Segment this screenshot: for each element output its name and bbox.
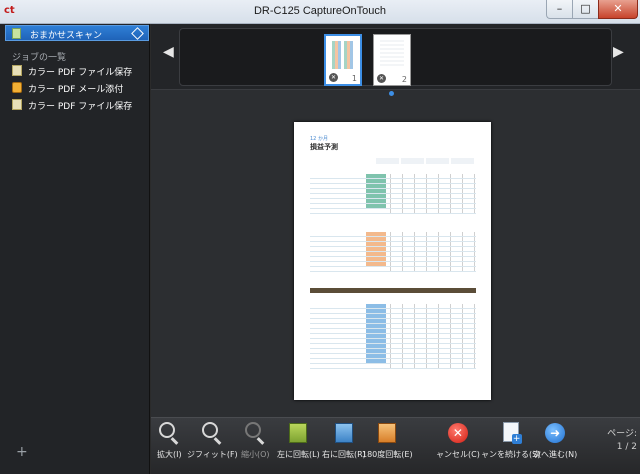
job-item-pdf-save-1[interactable]: カラー PDF ファイル保存 [12,64,148,78]
mail-attach-icon [12,82,22,93]
page-subtitle: 12 か月 [310,136,328,142]
diamond-settings-icon[interactable] [131,27,144,40]
scanned-page[interactable]: 12 か月 損益予測 [294,122,491,400]
scan-add-icon [502,422,522,444]
delete-page-icon[interactable]: ✕ [329,73,338,82]
thumbnail-strip: ◀ ✕ 1 ✕ 2 ▶ [151,24,640,90]
job-item-mail-attach[interactable]: カラー PDF メール添付 [12,81,148,95]
minimize-button[interactable]: – [546,0,572,19]
continue-scan-button[interactable]: ャンを続ける(S) [481,422,540,460]
cost-section [310,232,476,272]
column-header-row [376,158,476,164]
fit-page-icon [202,422,219,438]
page-title: 損益予測 [310,143,338,151]
jobs-header: ジョブの一覧 [12,53,67,63]
page-indicator: ページ: 1 / 2 [599,428,637,454]
rotate-left-icon [289,423,308,443]
fit-button[interactable]: ジフィット(F) [187,422,238,460]
rotate-left-button[interactable]: 左に回転(L) [277,422,320,460]
position-indicator [389,91,394,96]
zoom-out-button[interactable]: 縮小(O) [241,422,270,460]
thumbnail-page-2[interactable]: ✕ 2 [373,34,411,86]
main-area: ◀ ✕ 1 ✕ 2 ▶ 12 か月 損益予測 拡大(I) ジフィット(F) 縮小… [151,24,640,474]
page-preview [380,40,404,68]
bottom-toolbar: 拡大(I) ジフィット(F) 縮小(O) 左に回転(L) 右に回転(R) 180… [151,417,640,474]
add-job-button[interactable]: + [16,444,28,460]
rotate-180-icon [378,423,397,443]
income-section [310,174,476,214]
zoom-out-label: 縮小(O) [241,450,270,459]
document-icon [12,28,21,39]
fit-label: ジフィット(F) [187,450,238,459]
pdf-file-icon [12,99,22,110]
zoom-out-icon [245,422,262,438]
thumbnail-page-1[interactable]: ✕ 1 [324,34,362,86]
cancel-label: ャンセル(C) [436,450,480,459]
page-preview [332,41,356,69]
zoom-in-icon [159,422,176,438]
prev-page-arrow-icon[interactable]: ◀ [163,44,174,60]
thumbnail-number: 1 [351,74,357,83]
quick-scan-label: おまかせスキャン [30,31,103,41]
gross-profit-band [310,288,476,293]
delete-page-icon[interactable]: ✕ [377,74,386,83]
expense-section [310,304,476,369]
close-button[interactable]: ✕ [598,0,638,19]
cancel-button[interactable]: ✕ ャンセル(C) [436,422,480,460]
job-item-pdf-save-2[interactable]: カラー PDF ファイル保存 [12,98,148,112]
continue-scan-label: ャンを続ける(S) [481,450,541,459]
rotate-right-label: 右に回転(R) [322,450,366,459]
cancel-x-icon: ✕ [447,423,468,443]
thumbnail-well: ✕ 1 ✕ 2 [179,28,612,86]
rotate-180-label: 180度回転(E) [362,450,413,459]
rotate-180-button[interactable]: 180度回転(E) [362,422,413,460]
job-label: カラー PDF ファイル保存 [28,68,133,78]
thumbnail-number: 2 [401,75,407,84]
page-label: ページ: [607,429,637,439]
rotate-right-button[interactable]: 右に回転(R) [322,422,366,460]
job-label: カラー PDF メール添付 [28,85,124,95]
zoom-in-label: 拡大(I) [157,450,182,459]
maximize-button[interactable]: □ [572,0,598,19]
title-bar: ct DR-C125 CaptureOnTouch – □ ✕ [0,0,640,24]
next-button[interactable]: ➜ 次へ進む(N) [533,422,577,460]
quick-scan-item[interactable]: おまかせスキャン [5,25,149,41]
pdf-file-icon [12,65,22,76]
job-sidebar: おまかせスキャン ジョブの一覧 カラー PDF ファイル保存 カラー PDF メ… [0,24,150,474]
job-label: カラー PDF ファイル保存 [28,102,133,112]
next-arrow-icon: ➜ [545,423,566,443]
window-title: DR-C125 CaptureOnTouch [253,5,387,17]
page-value: 1 / 2 [616,442,637,452]
next-page-arrow-icon[interactable]: ▶ [613,44,624,60]
next-label: 次へ進む(N) [533,450,578,459]
zoom-in-button[interactable]: 拡大(I) [157,422,182,460]
rotate-left-label: 左に回転(L) [277,450,320,459]
page-viewer[interactable]: 12 か月 損益予測 [151,97,640,417]
rotate-right-icon [334,423,353,443]
